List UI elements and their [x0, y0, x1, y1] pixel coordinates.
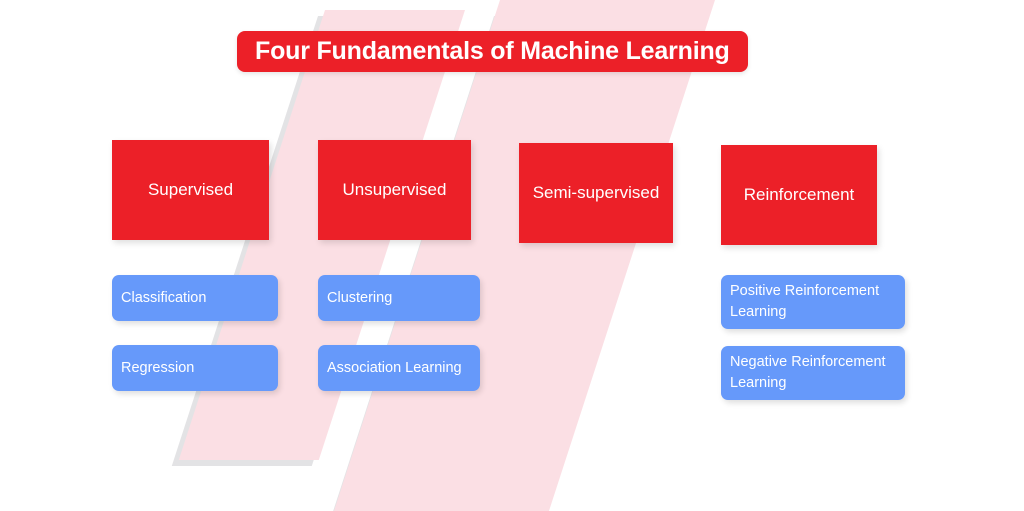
diagram-canvas: Four Fundamentals of Machine Learning Su…: [0, 0, 1024, 511]
pink-slash-1-shadow: [171, 16, 458, 466]
subitem-positive-reinforcement-learning[interactable]: Positive Reinforcement Learning: [721, 275, 905, 329]
category-box-supervised[interactable]: Supervised: [112, 140, 269, 240]
subitem-negative-reinforcement-learning[interactable]: Negative Reinforcement Learning: [721, 346, 905, 400]
category-box-unsupervised[interactable]: Unsupervised: [318, 140, 471, 240]
page-title: Four Fundamentals of Machine Learning: [237, 31, 748, 72]
subitem-label-regression: Regression: [121, 359, 195, 376]
subitem-classification[interactable]: Classification: [112, 275, 278, 321]
category-label-semi-supervised: Semi-supervised: [532, 183, 660, 202]
category-label-supervised: Supervised: [147, 180, 234, 199]
pink-slash-2: [327, 0, 715, 511]
page-title-label: Four Fundamentals of Machine Learning: [255, 37, 730, 65]
subitem-label-positive-reinforcement-learning: Positive Reinforcement Learning: [730, 283, 880, 320]
subitem-label-negative-reinforcement-learning: Negative Reinforcement Learning: [730, 354, 886, 391]
subitem-clustering[interactable]: Clustering: [318, 275, 480, 321]
subitem-label-clustering: Clustering: [327, 289, 393, 306]
subitem-label-classification: Classification: [121, 289, 207, 306]
pink-slash-2-shadow: [325, 16, 709, 511]
category-label-reinforcement: Reinforcement: [743, 185, 855, 204]
category-label-unsupervised: Unsupervised: [342, 180, 447, 199]
category-box-semi-supervised[interactable]: Semi-supervised: [519, 143, 673, 243]
category-box-reinforcement[interactable]: Reinforcement: [721, 145, 877, 245]
subitem-association-learning[interactable]: Association Learning: [318, 345, 480, 391]
background-decoration: [0, 0, 1024, 511]
subitem-label-association-learning: Association Learning: [327, 359, 462, 376]
subitem-regression[interactable]: Regression: [112, 345, 278, 391]
